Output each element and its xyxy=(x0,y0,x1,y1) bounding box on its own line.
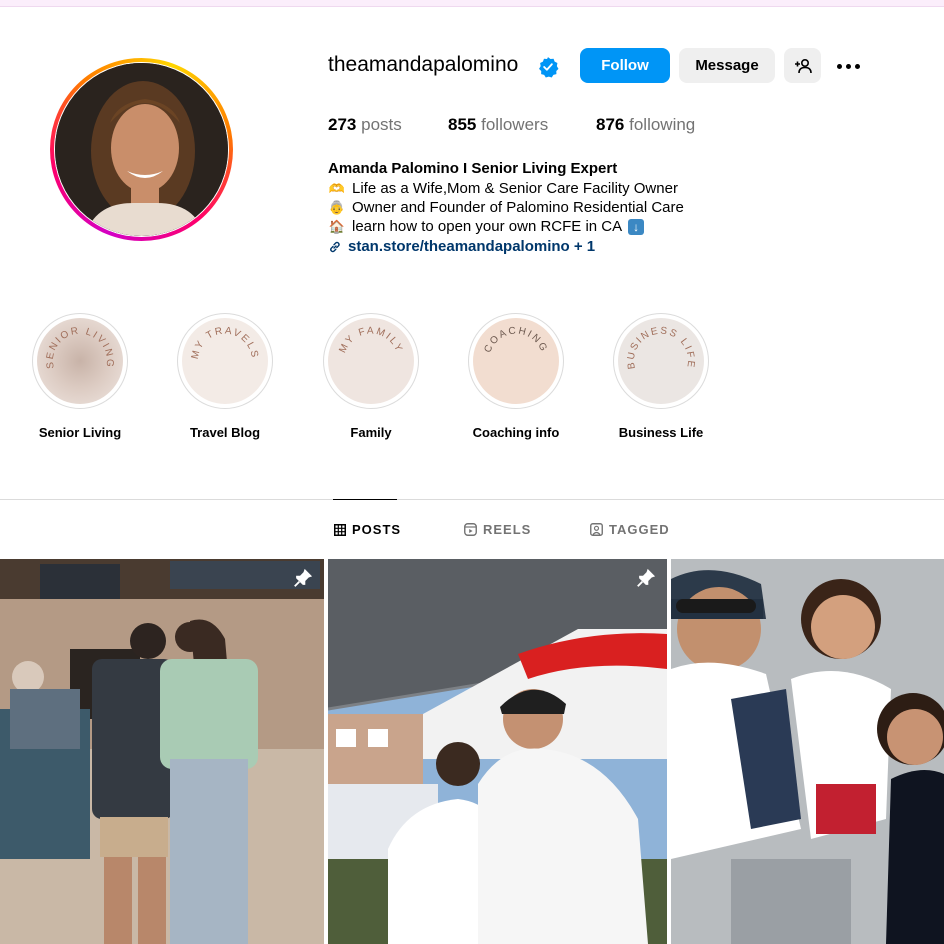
highlight-label: Business Life xyxy=(618,425,704,440)
avatar-photo xyxy=(55,63,228,236)
bio-line: 👵 Owner and Founder of Palomino Resident… xyxy=(328,199,684,216)
followers-link[interactable]: 855 followers xyxy=(448,115,548,135)
highlight-business-life[interactable]: BUSINESS LIFE Business Life xyxy=(601,313,721,440)
highlight-cover-text: SENIOR LIVING xyxy=(45,325,114,369)
svg-text:SENIOR LIVING: SENIOR LIVING xyxy=(45,325,116,369)
more-dot-icon xyxy=(836,63,842,69)
pinned-icon xyxy=(294,568,313,587)
post-image xyxy=(328,559,667,944)
svg-text:COACHING: COACHING xyxy=(482,325,549,354)
highlight-cover: BUSINESS LIFE xyxy=(618,318,704,404)
suggested-users-button[interactable] xyxy=(784,48,821,83)
active-tab-indicator xyxy=(333,499,397,500)
highlight-travel-blog[interactable]: MY TRAVELS Travel Blog xyxy=(165,313,285,440)
house-icon: 🏠 xyxy=(328,218,346,234)
reels-icon xyxy=(464,523,477,536)
post-image xyxy=(0,559,324,944)
verified-badge-icon xyxy=(539,57,559,78)
older-woman-icon: 👵 xyxy=(328,199,346,215)
tab-posts[interactable]: POSTS xyxy=(334,522,401,537)
tab-tagged[interactable]: TAGGED xyxy=(590,522,670,537)
svg-text:MY TRAVELS: MY TRAVELS xyxy=(190,325,260,360)
svg-text:BUSINESS LIFE: BUSINESS LIFE xyxy=(626,325,697,369)
highlight-cover: MY FAMILY xyxy=(328,318,414,404)
svg-text:MY FAMILY: MY FAMILY xyxy=(337,326,404,355)
following-link[interactable]: 876 following xyxy=(596,115,695,135)
highlight-label: Travel Blog xyxy=(189,425,261,440)
more-dot-icon xyxy=(854,63,860,69)
post-thumbnail[interactable] xyxy=(0,559,324,944)
highlight-coaching-info[interactable]: COACHING Coaching info xyxy=(456,313,576,440)
bio-full-name: Amanda Palomino I Senior Living Expert xyxy=(328,160,618,177)
follow-button[interactable]: Follow xyxy=(580,48,670,83)
username: theamandapalomino xyxy=(328,53,519,76)
profile-avatar-story-ring[interactable] xyxy=(50,58,233,241)
highlight-label: Senior Living xyxy=(38,425,122,440)
add-user-icon xyxy=(794,58,812,73)
more-dot-icon xyxy=(845,63,851,69)
highlight-cover: SENIOR LIVING xyxy=(37,318,123,404)
highlight-label: Family xyxy=(350,425,392,440)
highlight-cover: COACHING xyxy=(473,318,559,404)
highlight-family[interactable]: MY FAMILY Family xyxy=(311,313,431,440)
message-button[interactable]: Message xyxy=(679,48,775,83)
avatar[interactable] xyxy=(55,63,228,236)
top-border xyxy=(0,0,944,7)
posts-count: 273 posts xyxy=(328,115,402,134)
link-icon xyxy=(330,241,340,252)
tabs-divider xyxy=(0,499,944,500)
highlight-cover: MY TRAVELS xyxy=(182,318,268,404)
highlight-cover-text: MY TRAVELS xyxy=(190,325,258,360)
tab-reels[interactable]: REELS xyxy=(464,522,531,537)
post-thumbnail[interactable] xyxy=(328,559,667,944)
highlight-cover-text: COACHING xyxy=(482,325,547,354)
bio-line: 🫶 Life as a Wife,Mom & Senior Care Facil… xyxy=(328,180,678,197)
post-image xyxy=(671,559,944,944)
highlight-senior-living[interactable]: SENIOR LIVING Senior Living xyxy=(20,313,140,440)
bio-line: 🏠 learn how to open your own RCFE in CA … xyxy=(328,218,645,235)
down-arrow-icon: ↓ xyxy=(628,218,645,235)
grid-icon xyxy=(334,523,346,536)
bio-link[interactable]: stan.store/theamandapalomino + 1 xyxy=(328,238,595,255)
more-options-button[interactable] xyxy=(834,55,862,77)
pinned-icon xyxy=(637,568,656,587)
highlight-cover-text: MY FAMILY xyxy=(337,326,402,355)
post-thumbnail[interactable] xyxy=(671,559,944,944)
heart-hands-icon: 🫶 xyxy=(328,180,346,196)
highlight-label: Coaching info xyxy=(472,425,560,440)
tagged-icon xyxy=(590,523,603,536)
highlight-cover-text: BUSINESS LIFE xyxy=(626,325,695,369)
